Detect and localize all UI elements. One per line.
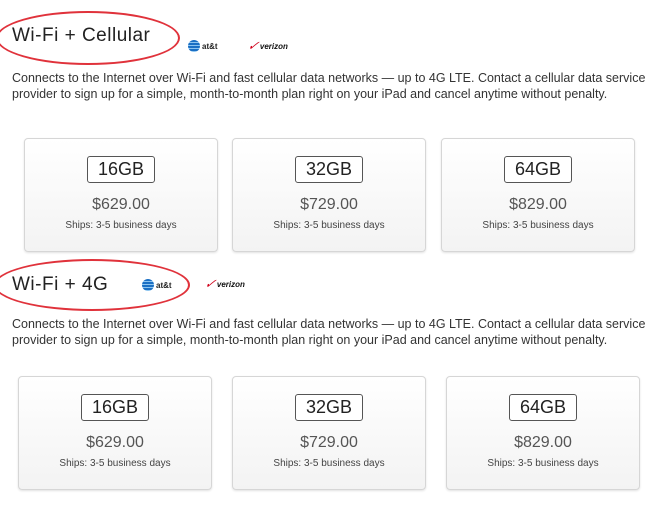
capacity-label: 32GB [294, 156, 364, 183]
capacity-label: 16GB [80, 394, 150, 421]
section-wifi-4g: Wi-Fi + 4G at&t ✓ verizon Connects to th… [0, 259, 667, 490]
verizon-logo: ✓ verizon [246, 38, 288, 54]
option-16gb[interactable]: 16GB $629.00 Ships: 3-5 business days [24, 138, 218, 252]
verizon-check-icon: ✓ [246, 38, 262, 53]
ships-info: Ships: 3-5 business days [65, 220, 177, 231]
capacity-label: 16GB [86, 156, 156, 183]
option-64gb[interactable]: 64GB $829.00 Ships: 3-5 business days [441, 138, 635, 252]
price: $729.00 [300, 434, 358, 451]
capacity-label: 64GB [503, 156, 573, 183]
ships-info: Ships: 3-5 business days [487, 458, 599, 469]
price: $829.00 [514, 434, 572, 451]
ships-info: Ships: 3-5 business days [273, 220, 385, 231]
ships-info: Ships: 3-5 business days [482, 220, 594, 231]
option-64gb[interactable]: 64GB $829.00 Ships: 3-5 business days [446, 376, 640, 490]
section-heading: Wi-Fi + 4G [12, 274, 109, 295]
option-16gb[interactable]: 16GB $629.00 Ships: 3-5 business days [18, 376, 212, 490]
price: $829.00 [509, 196, 567, 213]
section-header: Wi-Fi + 4G at&t ✓ verizon [0, 259, 667, 311]
att-label: at&t [202, 41, 218, 51]
section-header: Wi-Fi + Cellular at&t ✓ verizon [0, 11, 667, 65]
section-description: Connects to the Internet over Wi-Fi and … [12, 317, 646, 347]
option-32gb[interactable]: 32GB $729.00 Ships: 3-5 business days [232, 376, 426, 490]
section-wifi-cellular: Wi-Fi + Cellular at&t ✓ verizon Connects… [0, 11, 667, 252]
verizon-logo: ✓ verizon [203, 276, 245, 292]
capacity-label: 32GB [294, 394, 364, 421]
section-heading: Wi-Fi + Cellular [12, 25, 151, 46]
section-description: Connects to the Internet over Wi-Fi and … [12, 71, 646, 101]
att-logo: at&t [188, 40, 218, 52]
att-globe-icon [188, 40, 200, 52]
att-logo: at&t [142, 279, 172, 291]
price: $629.00 [86, 434, 144, 451]
verizon-check-icon: ✓ [203, 276, 219, 291]
verizon-label: verizon [259, 41, 288, 51]
price: $629.00 [92, 196, 150, 213]
capacity-label: 64GB [508, 394, 578, 421]
option-32gb[interactable]: 32GB $729.00 Ships: 3-5 business days [232, 138, 426, 252]
verizon-label: verizon [216, 279, 245, 289]
price: $729.00 [300, 196, 358, 213]
ships-info: Ships: 3-5 business days [273, 458, 385, 469]
att-globe-icon [142, 279, 154, 291]
att-label: at&t [156, 280, 172, 290]
ships-info: Ships: 3-5 business days [59, 458, 171, 469]
